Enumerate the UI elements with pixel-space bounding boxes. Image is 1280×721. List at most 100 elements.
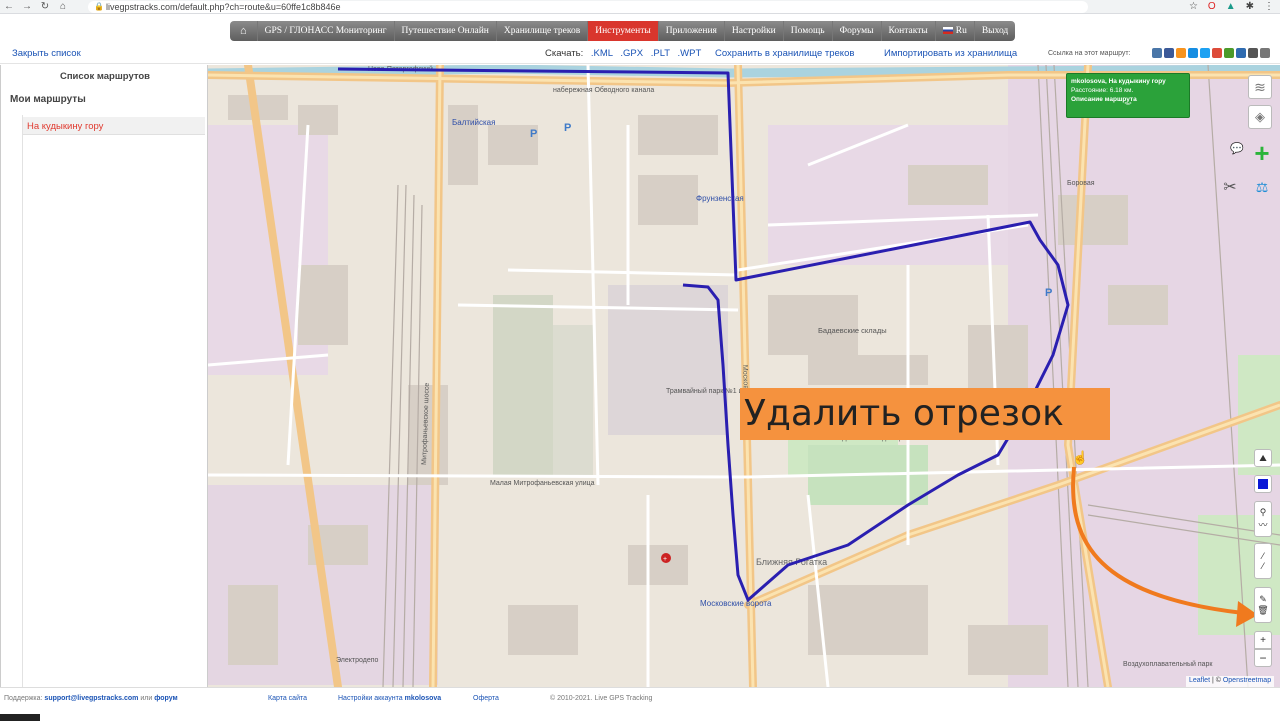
twitter-icon[interactable] xyxy=(1200,48,1210,58)
metro-label: Московские ворота xyxy=(700,599,772,608)
draw-tools: ⁄ ⁄ xyxy=(1254,543,1272,579)
download-plt[interactable]: .PLT xyxy=(651,48,670,59)
mailru-icon[interactable] xyxy=(1188,48,1198,58)
menu-icon[interactable]: ⋮ xyxy=(1264,0,1274,14)
metro-label: Фрунзенская xyxy=(696,194,744,203)
nav-apps[interactable]: Приложения xyxy=(659,21,725,41)
elevation-icon[interactable]: ⛰ xyxy=(1254,449,1272,467)
trash-icon[interactable]: 🗑 xyxy=(1257,605,1268,616)
email-icon[interactable] xyxy=(1248,48,1258,58)
footer: Поддержка: support@livegpstracks.com или… xyxy=(0,687,1280,721)
layers-alt-icon[interactable]: ◈ xyxy=(1248,105,1272,129)
save-to-storage-link[interactable]: Сохранить в хранилище треков xyxy=(715,48,854,59)
back-icon[interactable]: ← xyxy=(0,1,18,12)
map-label: Бадаевские склады xyxy=(818,326,887,335)
star-icon[interactable]: ☆ xyxy=(1189,0,1198,14)
route-list-item[interactable]: На кудыкину гору xyxy=(23,117,205,135)
opera-icon[interactable]: O xyxy=(1208,0,1216,14)
account-settings-link[interactable]: Настройки аккаунта xyxy=(338,695,403,702)
svg-text:P: P xyxy=(1045,287,1052,299)
add-point-icon[interactable]: + xyxy=(1250,138,1274,168)
draw-line-icon[interactable]: ⁄ xyxy=(1262,551,1264,561)
download-group: Скачать: .KML .GPX .PLT .WPT xyxy=(545,48,702,59)
forward-icon[interactable]: → xyxy=(18,1,36,12)
sidebar-title: Список маршрутов xyxy=(59,71,151,82)
map-label: Электродепо xyxy=(336,657,379,664)
main-navigation: ⌂ GPS / ГЛОНАСС Мониторинг Путешествие О… xyxy=(0,14,1280,44)
leaflet-link[interactable]: Leaflet xyxy=(1189,677,1210,684)
map-label: Малая Митрофаньевская улица xyxy=(490,480,595,487)
russia-flag-icon xyxy=(942,27,953,34)
nav-forums[interactable]: Форумы xyxy=(833,21,882,41)
map-view[interactable]: P P P + Ново-Петергофский набережная Обв… xyxy=(208,65,1280,687)
share-icons xyxy=(1152,48,1270,58)
close-list-link[interactable]: Закрыть список xyxy=(12,48,81,59)
download-gpx[interactable]: .GPX xyxy=(620,48,643,59)
vk-icon[interactable] xyxy=(1152,48,1162,58)
address-bar[interactable]: 🔒 livegpstracks.com/default.php?ch=route… xyxy=(88,0,1088,13)
link-icon[interactable] xyxy=(1236,48,1246,58)
marker-tools: ⚲ 〰 xyxy=(1254,501,1272,537)
download-wpt[interactable]: .WPT xyxy=(678,48,702,59)
color-picker-icon[interactable] xyxy=(1254,475,1272,493)
delete-segment-caption: Удалить отрезок xyxy=(740,388,1110,440)
edit-icon[interactable]: ✎ xyxy=(1259,594,1267,605)
ruler-icon[interactable]: ⚖ xyxy=(1250,175,1274,199)
marker-icon[interactable]: ⚲ xyxy=(1260,507,1267,518)
support-email-link[interactable]: support@livegpstracks.com xyxy=(44,695,138,702)
map-label: Воздухоплавательный парк xyxy=(1123,660,1213,668)
nav-tools[interactable]: Инструменты xyxy=(588,21,659,41)
hand-cursor-icon: ☝ xyxy=(1072,449,1088,466)
map-attribution: Leaflet | © Openstreetmap xyxy=(1186,676,1275,687)
my-routes-heading: Мои маршруты xyxy=(10,94,86,105)
browser-toolbar: ← → ↻ ⌂ 🔒 livegpstracks.com/default.php?… xyxy=(0,0,1280,14)
svg-text:+: + xyxy=(663,556,667,563)
odnoklassniki-icon[interactable] xyxy=(1176,48,1186,58)
nav-contacts[interactable]: Контакты xyxy=(882,21,936,41)
layers-icon[interactable]: ≋ xyxy=(1248,75,1272,99)
nav-travel-online[interactable]: Путешествие Онлайн xyxy=(395,21,497,41)
chevron-down-icon[interactable]: ︾ xyxy=(1071,103,1185,110)
draw-segment-icon[interactable]: ⁄ xyxy=(1262,561,1264,571)
route-toolbar: Закрыть список Скачать: .KML .GPX .PLT .… xyxy=(0,44,1280,64)
reload-icon[interactable]: ↻ xyxy=(36,1,54,12)
forum-link[interactable]: форум xyxy=(154,695,177,702)
route-list-sidebar: Список маршрутов Мои маршруты На кудыкин… xyxy=(0,65,208,687)
speech-bubble-icon[interactable]: 💬 xyxy=(1228,141,1246,155)
nav-gps-monitoring[interactable]: GPS / ГЛОНАСС Мониторинг xyxy=(258,21,395,41)
route-info-popup[interactable]: mkolosova, На кудыкину гору Расстояние: … xyxy=(1066,73,1190,118)
sitemap-link[interactable]: Карта сайта xyxy=(268,695,307,702)
nav-settings[interactable]: Настройки xyxy=(725,21,784,41)
copy-icon[interactable] xyxy=(1260,48,1270,58)
nav-language[interactable]: Ru xyxy=(936,21,975,41)
map-label: набережная Обводного канала xyxy=(553,86,654,94)
home-nav-icon[interactable]: ⌂ xyxy=(230,21,258,41)
google-plus-icon[interactable] xyxy=(1212,48,1222,58)
import-from-storage-link[interactable]: Импортировать из хранилища xyxy=(884,48,1017,59)
download-kml[interactable]: .KML xyxy=(591,48,613,59)
svg-text:P: P xyxy=(530,128,537,140)
edit-tools: ✎ 🗑 xyxy=(1254,587,1272,623)
puzzle-icon[interactable]: ✱ xyxy=(1246,0,1254,14)
map-label: Боровая xyxy=(1067,180,1095,187)
tools-icon[interactable]: ✂ xyxy=(1218,175,1242,199)
metro-label: Балтийская xyxy=(452,118,495,127)
map-canvas[interactable]: P P P + Ново-Петергофский набережная Обв… xyxy=(208,65,1280,687)
extension-icon[interactable]: ▲ xyxy=(1226,0,1236,14)
account-link[interactable]: mkolosova xyxy=(405,695,442,702)
nav-logout[interactable]: Выход xyxy=(975,21,1015,41)
nav-track-storage[interactable]: Хранилище треков xyxy=(497,21,589,41)
offer-link[interactable]: Оферта xyxy=(473,695,499,702)
livejournal-icon[interactable] xyxy=(1224,48,1234,58)
zoom-in-button[interactable]: + xyxy=(1254,631,1272,649)
lock-icon: 🔒 xyxy=(94,1,104,11)
home-icon[interactable]: ⌂ xyxy=(54,1,72,12)
polyline-icon[interactable]: 〰 xyxy=(1258,518,1267,531)
osm-link[interactable]: Openstreetmap xyxy=(1223,677,1271,684)
nav-help[interactable]: Помощь xyxy=(784,21,833,41)
map-label: Ближняя Рогатка xyxy=(756,557,827,567)
sidebar-divider xyxy=(22,115,23,687)
share-label: Ссылка на этот маршрут: xyxy=(1048,50,1131,57)
zoom-out-button[interactable]: − xyxy=(1254,649,1272,667)
facebook-icon[interactable] xyxy=(1164,48,1174,58)
